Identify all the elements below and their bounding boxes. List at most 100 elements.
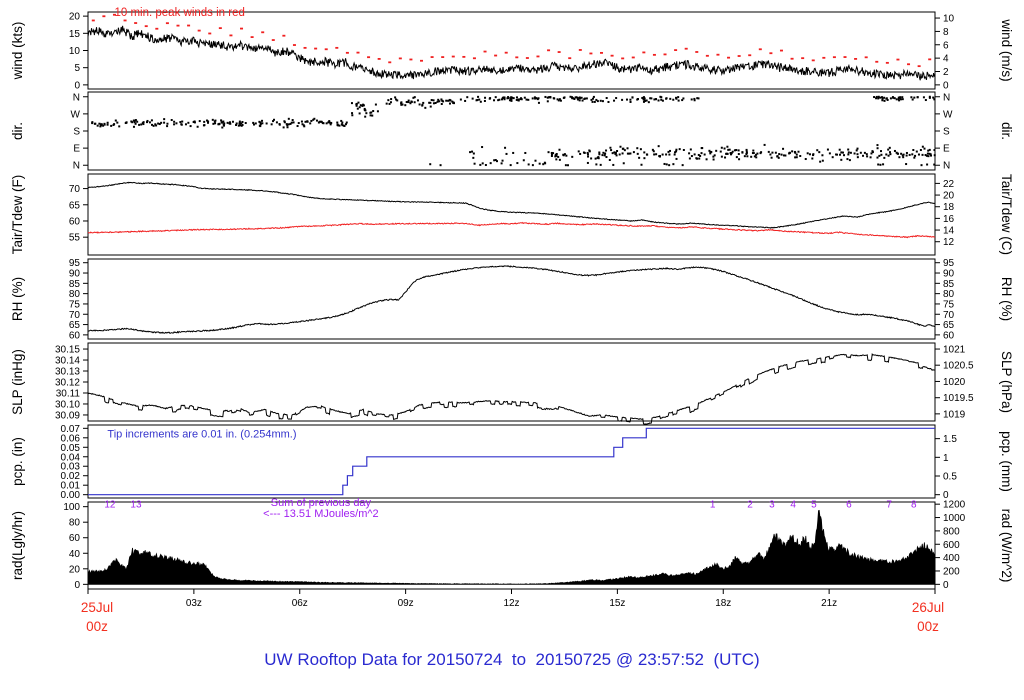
axis-title-right-pcp: pcp. (mm) <box>999 431 1014 492</box>
dir-dot <box>607 100 610 103</box>
x-tick-label: 06z <box>292 598 308 609</box>
dir-dot <box>901 98 904 101</box>
peak-dot <box>314 47 318 50</box>
dir-dot <box>175 122 178 125</box>
dir-dot <box>501 159 504 162</box>
dir-dot <box>523 96 526 99</box>
axis-title-right-slp: SLP (hPa) <box>999 351 1014 413</box>
dir-dot <box>882 163 885 166</box>
dir-dot <box>202 124 205 127</box>
y-tick-label: 30.11 <box>56 388 81 399</box>
dir-dot <box>132 125 135 128</box>
dir-dot <box>614 152 617 155</box>
dir-dot <box>493 159 496 162</box>
dir-dot <box>356 107 359 110</box>
dir-dot <box>928 96 931 99</box>
dir-dot <box>181 120 184 123</box>
dir-dot <box>481 146 484 149</box>
meteogram-chart: 051015200246810wind (kts) wind (m/s)10 mi… <box>10 7 1014 634</box>
dir-dot <box>564 164 567 167</box>
dir-dot <box>477 95 480 98</box>
dir-dot <box>629 100 632 103</box>
dir-dot <box>877 95 880 98</box>
dir-dot <box>878 154 881 157</box>
series-rh <box>87 265 936 334</box>
dir-dot <box>241 120 244 123</box>
dir-dot <box>369 111 372 114</box>
dir-dot <box>512 97 515 100</box>
peak-dot <box>758 48 762 51</box>
dir-dot <box>459 98 462 101</box>
x-tick-label: 15z <box>609 598 625 609</box>
dir-dot <box>597 157 600 160</box>
peak-dot <box>208 32 212 35</box>
dir-dot <box>351 112 354 115</box>
peak-dot <box>631 56 635 59</box>
dir-dot <box>730 153 733 156</box>
dir-dot <box>484 164 487 167</box>
axis-title-right-temp: Tair/Tdew (C) <box>999 174 1014 255</box>
dir-dot <box>602 151 605 154</box>
y-tick-label: 0.02 <box>61 471 81 482</box>
dir-dot <box>479 163 482 166</box>
dir-dot <box>254 122 257 125</box>
dir-dot <box>812 153 815 156</box>
peak-dot <box>367 56 371 59</box>
dir-dot <box>575 96 578 99</box>
dir-dot <box>400 103 403 106</box>
dir-dot <box>237 124 240 127</box>
y-tick-label: 30.09 <box>55 410 80 421</box>
dir-dot <box>660 96 663 99</box>
x-tick-label: 21z <box>821 598 837 609</box>
dir-dot <box>576 98 579 101</box>
dir-dot <box>99 125 102 128</box>
dir-dot <box>588 149 591 152</box>
dir-dot <box>915 150 918 153</box>
dir-dot <box>472 152 475 155</box>
annotation: 5 <box>811 499 817 510</box>
dir-dot <box>150 119 153 122</box>
dir-dot <box>780 153 783 156</box>
dir-dot <box>207 121 210 124</box>
dir-dot <box>636 152 639 155</box>
dir-dot <box>763 143 766 146</box>
dir-dot <box>847 151 850 154</box>
dir-dot <box>577 150 580 153</box>
dir-dot <box>755 153 758 156</box>
dir-dot <box>893 149 896 152</box>
dir-dot <box>914 154 917 157</box>
y-tick-label: 0.01 <box>61 481 81 492</box>
y-tick-label: 30.10 <box>55 399 80 410</box>
dir-dot <box>579 152 582 155</box>
dir-dot <box>791 150 794 153</box>
dir-dot <box>819 160 822 163</box>
dir-dot <box>493 99 496 102</box>
dir-dot <box>665 163 668 166</box>
peak-dot <box>451 55 455 58</box>
dir-dot <box>192 121 195 124</box>
dir-dot <box>173 123 176 126</box>
peak-dot <box>197 29 201 32</box>
dir-dot <box>336 121 339 124</box>
y-tick-label: 30.13 <box>55 367 80 378</box>
dir-dot <box>888 146 891 149</box>
dir-dot <box>697 97 700 100</box>
dir-dot <box>657 145 660 148</box>
dir-dot <box>759 152 762 155</box>
axis-title-left-rh: RH (%) <box>10 277 25 321</box>
dir-dot <box>133 121 136 124</box>
end-date: 26Jul <box>912 600 944 615</box>
y-tick-label: 85 <box>943 279 955 290</box>
peak-dot <box>515 56 519 59</box>
dir-dot <box>142 121 145 124</box>
y-tick-label: S <box>73 127 80 138</box>
dir-dot <box>667 150 670 153</box>
y-tick-label: 75 <box>943 299 955 310</box>
dir-dot <box>616 149 619 152</box>
y-tick-label: 1.5 <box>943 434 957 445</box>
dir-dot <box>701 147 704 150</box>
peak-dot <box>123 19 127 22</box>
dir-dot <box>315 119 318 122</box>
dir-dot <box>400 101 403 104</box>
dir-dot <box>643 151 646 154</box>
